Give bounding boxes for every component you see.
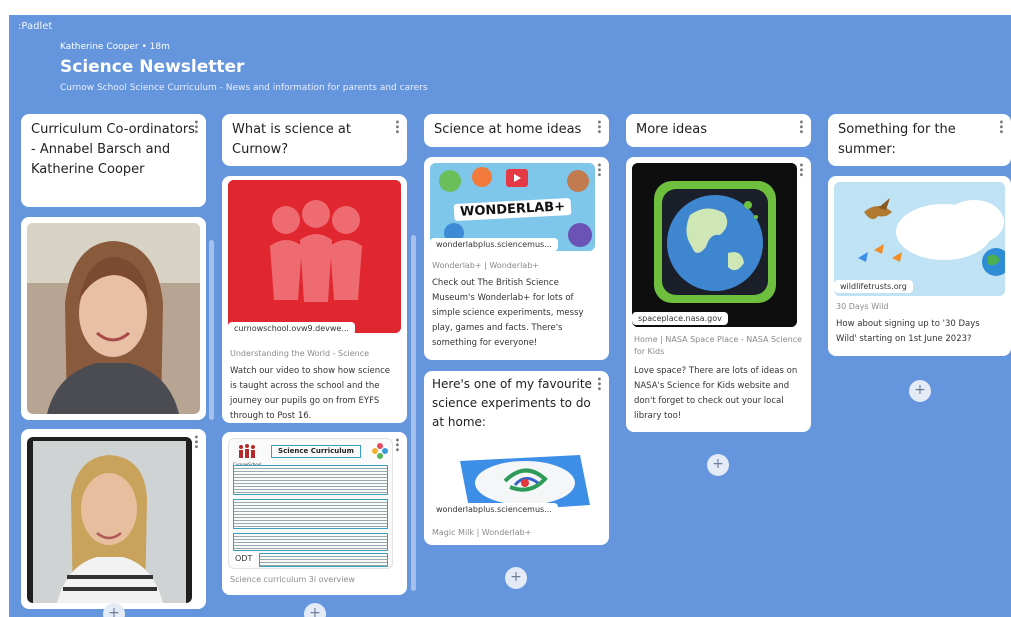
link-post[interactable]: ••• spaceplace.nasa.gov Home | NASA Spac… bbox=[626, 157, 811, 432]
link-url[interactable]: spaceplace.nasa.gov bbox=[632, 312, 728, 325]
column-heading-card[interactable]: Science at home ideas ••• bbox=[424, 114, 609, 147]
column-heading: What is science at Curnow? bbox=[232, 122, 351, 157]
link-preview-image bbox=[632, 163, 797, 327]
add-post-button[interactable]: + bbox=[304, 603, 326, 617]
post-body: Watch our video to show how science is t… bbox=[230, 366, 390, 421]
page-title: Science Newsletter bbox=[60, 57, 245, 77]
link-url[interactable]: wonderlabplus.sciencemus... bbox=[430, 503, 558, 516]
padlet-logo[interactable]: :Padlet bbox=[18, 21, 52, 32]
column-scrollbar[interactable] bbox=[209, 240, 214, 420]
post-body: Check out The British Science Museum's W… bbox=[432, 278, 584, 348]
document-text-block bbox=[259, 553, 388, 567]
column-heading-card[interactable]: Curriculum Co-ordinators - Annabel Barsc… bbox=[21, 114, 206, 207]
portrait-photo bbox=[27, 223, 200, 414]
more-options-icon[interactable]: ••• bbox=[391, 119, 402, 134]
file-type-badge: ODT bbox=[232, 553, 256, 564]
link-post[interactable]: ••• wildlifetrusts.org 30 Days Wild How … bbox=[828, 176, 1011, 356]
more-options-icon[interactable]: ••• bbox=[593, 376, 604, 391]
link-source: Magic Milk | Wonderlab+ bbox=[432, 528, 532, 537]
link-preview-image bbox=[834, 182, 1005, 296]
link-preview-image bbox=[228, 180, 401, 333]
photo-post[interactable]: ••• bbox=[21, 429, 206, 609]
photo-post[interactable] bbox=[21, 217, 206, 420]
document-text-block bbox=[233, 465, 388, 495]
page-subtitle: Curnow School Science Curriculum - News … bbox=[60, 83, 428, 93]
link-source: Understanding the World - Science bbox=[230, 349, 370, 358]
add-post-button[interactable]: + bbox=[505, 567, 527, 589]
more-options-icon[interactable]: ••• bbox=[795, 119, 806, 134]
post-title: Here's one of my favourite science exper… bbox=[432, 377, 592, 429]
column-heading: Curriculum Co-ordinators - Annabel Barsc… bbox=[31, 122, 195, 177]
document-text-block bbox=[233, 499, 388, 529]
post-body: How about signing up to '30 Days Wild' s… bbox=[836, 319, 980, 344]
post-body: Love space? There are lots of ideas on N… bbox=[634, 366, 798, 421]
post-time: 18m bbox=[149, 42, 170, 52]
padlet-board: :Padlet Katherine Cooper • 18m Science N… bbox=[9, 15, 1011, 617]
post-meta: Katherine Cooper • 18m bbox=[60, 42, 170, 52]
column-heading-card[interactable]: What is science at Curnow? ••• bbox=[222, 114, 407, 166]
link-source: Wonderlab+ | Wonderlab+ bbox=[432, 261, 539, 270]
column-heading: More ideas bbox=[636, 122, 707, 137]
document-caption: Science curriculum 3i overview bbox=[230, 575, 355, 584]
more-options-icon[interactable]: ••• bbox=[190, 119, 201, 134]
link-url[interactable]: wildlifetrusts.org bbox=[834, 280, 913, 293]
link-url[interactable]: wonderlabplus.sciencemus... bbox=[430, 238, 558, 251]
document-post[interactable]: ••• CurnowSchool Science Curriculum ODT … bbox=[222, 432, 407, 595]
author-name: Katherine Cooper bbox=[60, 42, 139, 52]
add-post-button[interactable]: + bbox=[707, 454, 729, 476]
document-title: Science Curriculum bbox=[271, 445, 361, 458]
link-source: 30 Days Wild bbox=[836, 302, 889, 311]
column-heading: Something for the summer: bbox=[838, 122, 956, 157]
document-text-block bbox=[233, 533, 388, 551]
column-scrollbar[interactable] bbox=[411, 235, 416, 591]
link-post[interactable]: curnowschool.ovw9.devwe... Understanding… bbox=[222, 176, 407, 423]
link-post[interactable]: ••• Here's one of my favourite science e… bbox=[424, 371, 609, 545]
document-preview: CurnowSchool Science Curriculum ODT bbox=[228, 438, 393, 569]
column-heading: Science at home ideas bbox=[434, 122, 582, 137]
meta-separator: • bbox=[141, 42, 150, 52]
link-post[interactable]: ••• WONDERLAB+ wonderlabplus.sciencemus.… bbox=[424, 157, 609, 360]
add-post-button[interactable]: + bbox=[909, 380, 931, 402]
more-options-icon[interactable]: ••• bbox=[995, 119, 1006, 134]
link-url[interactable]: curnowschool.ovw9.devwe... bbox=[228, 322, 355, 335]
column-heading-card[interactable]: More ideas ••• bbox=[626, 114, 811, 147]
more-options-icon[interactable]: ••• bbox=[593, 119, 604, 134]
flower-icon bbox=[372, 443, 388, 459]
column-heading-card[interactable]: Something for the summer: ••• bbox=[828, 114, 1011, 166]
portrait-photo bbox=[27, 437, 192, 603]
link-source: Home | NASA Space Place - NASA Science f… bbox=[634, 335, 802, 356]
school-logo: CurnowSchool bbox=[233, 443, 261, 467]
